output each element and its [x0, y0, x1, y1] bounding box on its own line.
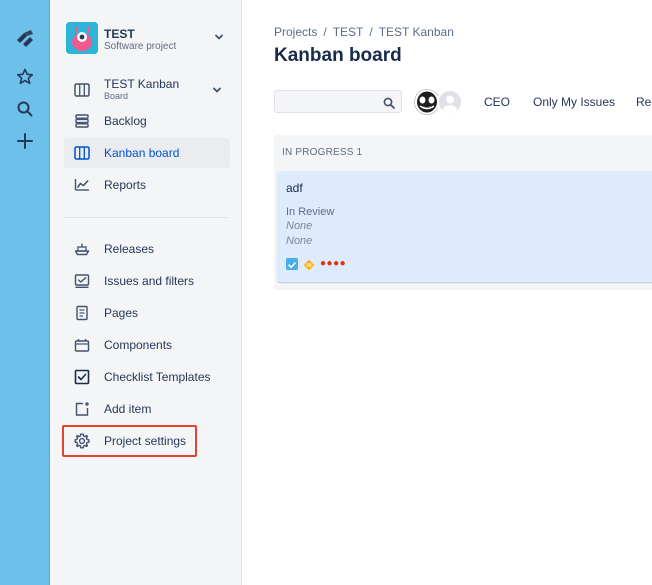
component-icon — [74, 337, 90, 353]
project-name: TEST — [104, 27, 135, 41]
days-in-column-dots: ●●●● — [320, 258, 347, 269]
sidebar-item-label: Checklist Templates — [104, 370, 211, 384]
sidebar-item-pages[interactable]: Pages — [64, 298, 230, 328]
chevron-down-icon[interactable] — [210, 83, 224, 97]
board-selector[interactable]: TEST Kanban Board — [64, 74, 230, 106]
page-title: Kanban board — [274, 45, 402, 66]
board-column-in-progress: IN PROGRESS 1 adf In Review None None ●●… — [274, 135, 652, 290]
column-header: IN PROGRESS 1 — [282, 147, 363, 158]
card-status: In Review — [286, 206, 335, 218]
sidebar-item-label: Add item — [104, 402, 152, 416]
issue-card[interactable]: adf In Review None None ●●●● — [277, 171, 652, 282]
sidebar-item-kanban-board[interactable]: Kanban board — [64, 138, 230, 168]
board-name: TEST Kanban — [104, 77, 180, 91]
card-summary: adf — [286, 181, 303, 195]
issues-icon — [74, 273, 90, 289]
priority-medium-icon — [303, 258, 315, 271]
page-icon — [74, 305, 90, 321]
project-avatar — [66, 22, 98, 54]
sidebar-item-checklist-templates[interactable]: Checklist Templates — [64, 362, 230, 392]
chevron-down-icon[interactable] — [212, 30, 226, 44]
sidebar-item-label: Backlog — [104, 114, 147, 128]
sidebar-item-label: Reports — [104, 178, 147, 192]
sidebar-item-releases[interactable]: Releases — [64, 234, 230, 264]
reports-icon — [74, 177, 90, 193]
board-icon — [74, 145, 90, 161]
task-type-icon — [286, 258, 298, 270]
project-header[interactable]: TEST Software project — [66, 22, 226, 56]
jira-logo-icon[interactable] — [13, 27, 37, 51]
sidebar-item-label: Issues and filters — [104, 274, 195, 288]
backlog-icon — [74, 113, 90, 129]
project-sidebar: TEST Software project TEST Kanban Board … — [50, 0, 242, 585]
sidebar-divider — [64, 217, 228, 218]
breadcrumb-separator: / — [323, 25, 327, 39]
user-avatar-default[interactable] — [437, 89, 463, 115]
star-icon[interactable] — [13, 65, 37, 89]
breadcrumb: Projects / TEST / TEST Kanban — [274, 25, 454, 39]
breadcrumb-separator: / — [369, 25, 373, 39]
sidebar-item-issues-and-filters[interactable]: Issues and filters — [64, 266, 230, 296]
main-content: Projects / TEST / TEST Kanban Kanban board C… — [242, 0, 652, 585]
sidebar-item-backlog[interactable]: Backlog — [64, 106, 230, 136]
project-type: Software project — [104, 41, 177, 52]
ship-icon — [74, 241, 90, 257]
checkbox-icon — [74, 369, 90, 385]
quick-filter-recently-updated[interactable]: Rec — [636, 95, 652, 109]
board-type: Board — [104, 91, 129, 101]
breadcrumb-projects[interactable]: Projects — [274, 25, 317, 39]
board-icon — [74, 82, 90, 98]
add-item-icon — [74, 401, 90, 417]
board-search[interactable] — [274, 90, 402, 113]
search-icon[interactable] — [13, 97, 37, 121]
sidebar-item-components[interactable]: Components — [64, 330, 230, 360]
breadcrumb-test-kanban[interactable]: TEST Kanban — [379, 25, 454, 39]
quick-filter-only-my-issues[interactable]: Only My Issues — [533, 95, 615, 109]
sidebar-item-label: Components — [104, 338, 173, 352]
sidebar-item-label: Releases — [104, 242, 155, 256]
sidebar-item-label: Kanban board — [104, 146, 180, 160]
highlight-box — [62, 425, 197, 457]
search-icon — [383, 96, 395, 109]
create-plus-icon[interactable] — [13, 129, 37, 153]
breadcrumb-test[interactable]: TEST — [333, 25, 364, 39]
global-nav-rail — [0, 0, 50, 585]
sidebar-item-add-item[interactable]: Add item — [64, 394, 230, 424]
quick-filter-ceo[interactable]: CEO — [484, 95, 510, 109]
sidebar-item-reports[interactable]: Reports — [64, 170, 230, 200]
card-field: None — [286, 220, 313, 232]
card-field: None — [286, 235, 313, 247]
search-input[interactable] — [279, 93, 379, 110]
sidebar-item-label: Pages — [104, 306, 139, 320]
